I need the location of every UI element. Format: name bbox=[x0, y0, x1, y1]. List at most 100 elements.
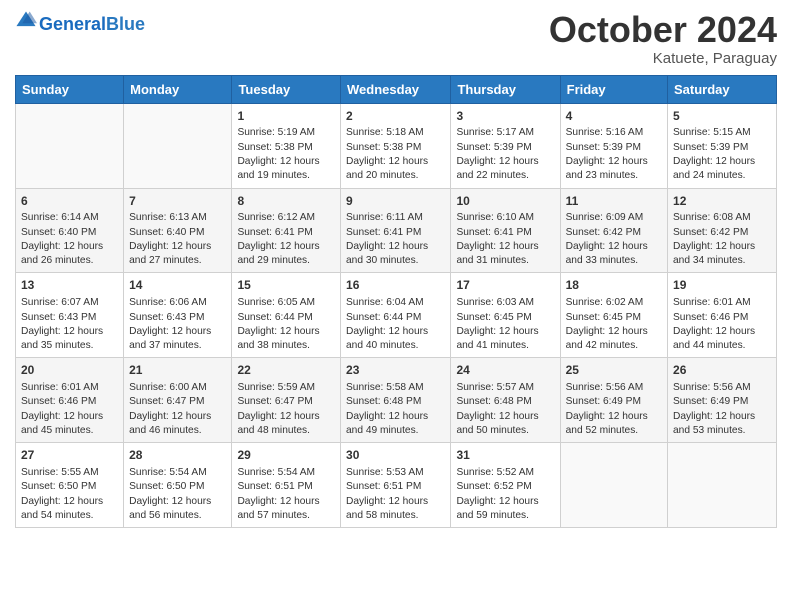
sunrise-text: Sunrise: 5:57 AM bbox=[456, 381, 554, 395]
day-number: 14 bbox=[129, 277, 226, 294]
daylight-text: Daylight: 12 hours and 31 minutes. bbox=[456, 240, 554, 269]
sunrise-text: Sunrise: 6:12 AM bbox=[237, 211, 335, 225]
daylight-text: Daylight: 12 hours and 44 minutes. bbox=[673, 325, 771, 354]
day-number: 20 bbox=[21, 362, 118, 379]
daylight-text: Daylight: 12 hours and 48 minutes. bbox=[237, 410, 335, 439]
sunset-text: Sunset: 6:43 PM bbox=[21, 311, 118, 325]
sunset-text: Sunset: 6:41 PM bbox=[456, 226, 554, 240]
sunrise-text: Sunrise: 6:10 AM bbox=[456, 211, 554, 225]
calendar-cell: 7Sunrise: 6:13 AMSunset: 6:40 PMDaylight… bbox=[124, 188, 232, 273]
subtitle: Katuete, Paraguay bbox=[549, 50, 777, 67]
calendar-cell bbox=[16, 103, 124, 188]
day-number: 31 bbox=[456, 447, 554, 464]
sunset-text: Sunset: 6:40 PM bbox=[21, 226, 118, 240]
daylight-text: Daylight: 12 hours and 59 minutes. bbox=[456, 495, 554, 524]
month-title: October 2024 bbox=[549, 10, 777, 50]
sunrise-text: Sunrise: 6:04 AM bbox=[346, 296, 445, 310]
day-number: 26 bbox=[673, 362, 771, 379]
sunset-text: Sunset: 6:51 PM bbox=[237, 480, 335, 494]
calendar-cell: 4Sunrise: 5:16 AMSunset: 5:39 PMDaylight… bbox=[560, 103, 667, 188]
sunrise-text: Sunrise: 5:55 AM bbox=[21, 466, 118, 480]
weekday-header-sunday: Sunday bbox=[16, 75, 124, 103]
daylight-text: Daylight: 12 hours and 19 minutes. bbox=[237, 155, 335, 184]
logo-blue-text: Blue bbox=[106, 14, 145, 34]
sunrise-text: Sunrise: 5:59 AM bbox=[237, 381, 335, 395]
calendar-cell: 27 Sunrise: 5:55 AMSunset: 6:50 PMDayligh… bbox=[16, 443, 124, 528]
day-number: 27 bbox=[21, 447, 118, 464]
daylight-text: Daylight: 12 hours and 37 minutes. bbox=[129, 325, 226, 354]
daylight-text: Daylight: 12 hours and 42 minutes. bbox=[566, 325, 662, 354]
sunset-text: Sunset: 6:48 PM bbox=[346, 395, 445, 409]
sunset-text: Sunset: 6:46 PM bbox=[21, 395, 118, 409]
calendar-cell: 12Sunrise: 6:08 AMSunset: 6:42 PMDayligh… bbox=[668, 188, 777, 273]
sunset-text: Sunset: 6:47 PM bbox=[237, 395, 335, 409]
daylight-text: Daylight: 12 hours and 53 minutes. bbox=[673, 410, 771, 439]
sunrise-text: Sunrise: 6:01 AM bbox=[21, 381, 118, 395]
daylight-text: Daylight: 12 hours and 29 minutes. bbox=[237, 240, 335, 269]
daylight-text: Daylight: 12 hours and 50 minutes. bbox=[456, 410, 554, 439]
calendar: SundayMondayTuesdayWednesdayThursdayFrid… bbox=[15, 75, 777, 529]
calendar-cell: 9Sunrise: 6:11 AMSunset: 6:41 PMDaylight… bbox=[341, 188, 451, 273]
sunrise-text: Sunrise: 5:54 AM bbox=[129, 466, 226, 480]
calendar-cell bbox=[560, 443, 667, 528]
week-row-5: 27Sunrise: 5:55 AMSunset: 6:50 PMDayligh… bbox=[16, 443, 777, 528]
day-number: 29 bbox=[237, 447, 335, 464]
daylight-text: Daylight: 12 hours and 38 minutes. bbox=[237, 325, 335, 354]
sunset-text: Sunset: 5:38 PM bbox=[346, 141, 445, 155]
day-number: 18 bbox=[566, 277, 662, 294]
calendar-cell: 30Sunrise: 5:53 AMSunset: 6:51 PMDayligh… bbox=[341, 443, 451, 528]
sunrise-text: Sunrise: 5:17 AM bbox=[456, 126, 554, 140]
sunset-text: Sunset: 6:42 PM bbox=[566, 226, 662, 240]
day-number: 10 bbox=[456, 193, 554, 210]
sunset-text: Sunset: 6:44 PM bbox=[237, 311, 335, 325]
calendar-cell: 14Sunrise: 6:06 AMSunset: 6:43 PMDayligh… bbox=[124, 273, 232, 358]
day-number: 3 bbox=[456, 108, 554, 125]
day-number: 4 bbox=[566, 108, 662, 125]
sunset-text: Sunset: 5:39 PM bbox=[673, 141, 771, 155]
sunset-text: Sunset: 6:51 PM bbox=[346, 480, 445, 494]
daylight-text: Daylight: 12 hours and 41 minutes. bbox=[456, 325, 554, 354]
week-row-2: 6Sunrise: 6:14 AMSunset: 6:40 PMDaylight… bbox=[16, 188, 777, 273]
sunset-text: Sunset: 6:42 PM bbox=[673, 226, 771, 240]
sunset-text: Sunset: 6:50 PM bbox=[21, 480, 118, 494]
day-number: 24 bbox=[456, 362, 554, 379]
daylight-text: Daylight: 12 hours and 54 minutes. bbox=[21, 495, 118, 524]
calendar-cell: 17Sunrise: 6:03 AMSunset: 6:45 PMDayligh… bbox=[451, 273, 560, 358]
day-number: 25 bbox=[566, 362, 662, 379]
weekday-header-thursday: Thursday bbox=[451, 75, 560, 103]
week-row-4: 20Sunrise: 6:01 AMSunset: 6:46 PMDayligh… bbox=[16, 358, 777, 443]
day-number: 21 bbox=[129, 362, 226, 379]
day-number: 23 bbox=[346, 362, 445, 379]
day-number: 28 bbox=[129, 447, 226, 464]
daylight-text: Daylight: 12 hours and 30 minutes. bbox=[346, 240, 445, 269]
sunrise-text: Sunrise: 6:11 AM bbox=[346, 211, 445, 225]
sunrise-text: Sunrise: 6:06 AM bbox=[129, 296, 226, 310]
sunrise-text: Sunrise: 5:56 AM bbox=[673, 381, 771, 395]
calendar-cell: 18Sunrise: 6:02 AMSunset: 6:45 PMDayligh… bbox=[560, 273, 667, 358]
sunset-text: Sunset: 6:49 PM bbox=[673, 395, 771, 409]
calendar-cell: 10Sunrise: 6:10 AMSunset: 6:41 PMDayligh… bbox=[451, 188, 560, 273]
day-number: 11 bbox=[566, 193, 662, 210]
sunrise-text: Sunrise: 6:14 AM bbox=[21, 211, 118, 225]
sunset-text: Sunset: 6:46 PM bbox=[673, 311, 771, 325]
weekday-header-wednesday: Wednesday bbox=[341, 75, 451, 103]
day-number: 16 bbox=[346, 277, 445, 294]
daylight-text: Daylight: 12 hours and 49 minutes. bbox=[346, 410, 445, 439]
logo-icon bbox=[15, 10, 37, 32]
day-number: 8 bbox=[237, 193, 335, 210]
sunrise-text: Sunrise: 5:54 AM bbox=[237, 466, 335, 480]
sunrise-text: Sunrise: 6:13 AM bbox=[129, 211, 226, 225]
calendar-cell: 26 Sunrise: 5:56 AMSunset: 6:49 PMDayligh… bbox=[668, 358, 777, 443]
day-number: 9 bbox=[346, 193, 445, 210]
calendar-cell: 21Sunrise: 6:00 AMSunset: 6:47 PMDayligh… bbox=[124, 358, 232, 443]
calendar-cell: 25Sunrise: 5:56 AMSunset: 6:49 PMDayligh… bbox=[560, 358, 667, 443]
sunset-text: Sunset: 6:47 PM bbox=[129, 395, 226, 409]
day-number: 12 bbox=[673, 193, 771, 210]
daylight-text: Daylight: 12 hours and 45 minutes. bbox=[21, 410, 118, 439]
sunset-text: Sunset: 6:41 PM bbox=[346, 226, 445, 240]
calendar-cell: 23Sunrise: 5:58 AMSunset: 6:48 PMDayligh… bbox=[341, 358, 451, 443]
day-number: 5 bbox=[673, 108, 771, 125]
sunset-text: Sunset: 6:45 PM bbox=[566, 311, 662, 325]
sunset-text: Sunset: 6:50 PM bbox=[129, 480, 226, 494]
daylight-text: Daylight: 12 hours and 40 minutes. bbox=[346, 325, 445, 354]
